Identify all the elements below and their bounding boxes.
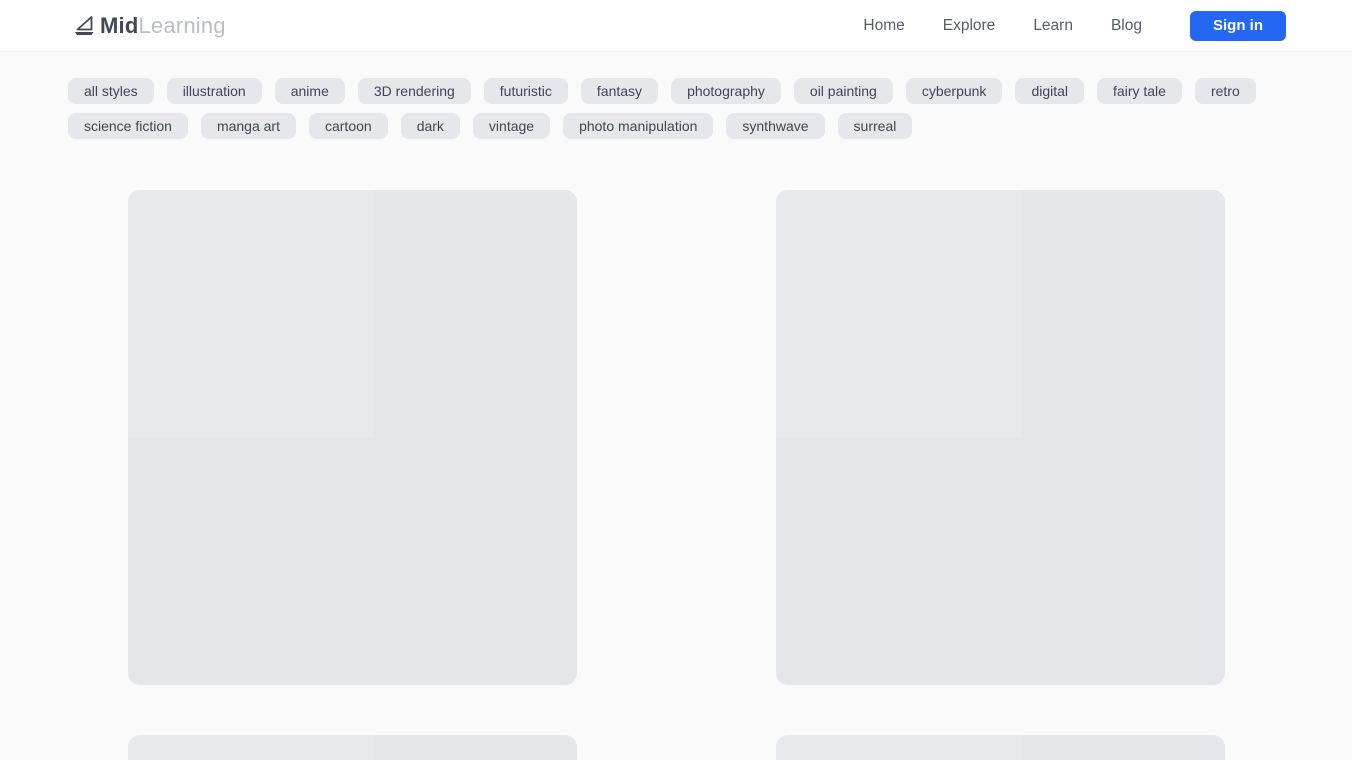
style-tag-cyberpunk[interactable]: cyberpunk: [905, 78, 1003, 104]
style-tag-photo-manipulation[interactable]: photo manipulation: [563, 113, 714, 139]
style-tag-science-fiction[interactable]: science fiction: [68, 113, 188, 139]
image-placeholder-card[interactable]: [775, 190, 1225, 685]
brand-name-bold: Mid: [100, 12, 139, 38]
brand-name: Mid Learning: [100, 13, 226, 39]
header: Mid Learning Home Explore Learn Blog Sign i…: [0, 0, 1352, 52]
main-content: all styles illustration anime 3D rendering f…: [0, 78, 1352, 760]
style-tag-futuristic[interactable]: futuristic: [483, 78, 568, 104]
style-tag-3D-rendering[interactable]: 3D rendering: [357, 78, 471, 104]
nav-link-explore[interactable]: Explore: [943, 17, 996, 35]
style-tag-fantasy[interactable]: fantasy: [580, 78, 659, 104]
style-tag-digital[interactable]: digital: [1015, 78, 1085, 104]
brand-name-light: Learning: [138, 12, 226, 38]
style-tag-photography[interactable]: photography: [671, 78, 781, 104]
style-tag-vintage[interactable]: vintage: [472, 113, 551, 139]
style-tag-cartoon[interactable]: cartoon: [308, 113, 388, 139]
image-placeholder-card[interactable]: [775, 735, 1225, 760]
style-tag-dark[interactable]: dark: [400, 113, 460, 139]
main-nav: Home Explore Learn Blog: [863, 17, 1142, 35]
style-tag-oil-painting[interactable]: oil painting: [793, 78, 893, 104]
style-tag-fairy-tale[interactable]: fairy tale: [1097, 78, 1182, 104]
style-filter-bar: all styles illustration anime 3D rendering f…: [68, 78, 1292, 139]
nav-link-home[interactable]: Home: [863, 17, 904, 35]
style-tag-manga-art[interactable]: manga art: [200, 113, 296, 139]
style-tag-all-styles[interactable]: all styles: [68, 78, 154, 104]
image-placeholder-card[interactable]: [127, 190, 577, 685]
style-tag-synthwave[interactable]: synthwave: [726, 113, 825, 139]
style-tag-anime[interactable]: anime: [274, 78, 345, 104]
nav-link-learn[interactable]: Learn: [1033, 17, 1073, 35]
style-tag-surreal[interactable]: surreal: [837, 113, 913, 139]
sailboat-icon: [72, 14, 96, 38]
style-tag-illustration[interactable]: illustration: [166, 78, 262, 104]
image-placeholder-card[interactable]: [127, 735, 577, 760]
image-gallery: [127, 190, 1225, 760]
brand-logo[interactable]: Mid Learning: [72, 13, 226, 39]
style-tag-retro[interactable]: retro: [1194, 78, 1256, 104]
nav-link-blog[interactable]: Blog: [1111, 17, 1142, 35]
sign-in-button[interactable]: Sign in: [1190, 10, 1286, 41]
